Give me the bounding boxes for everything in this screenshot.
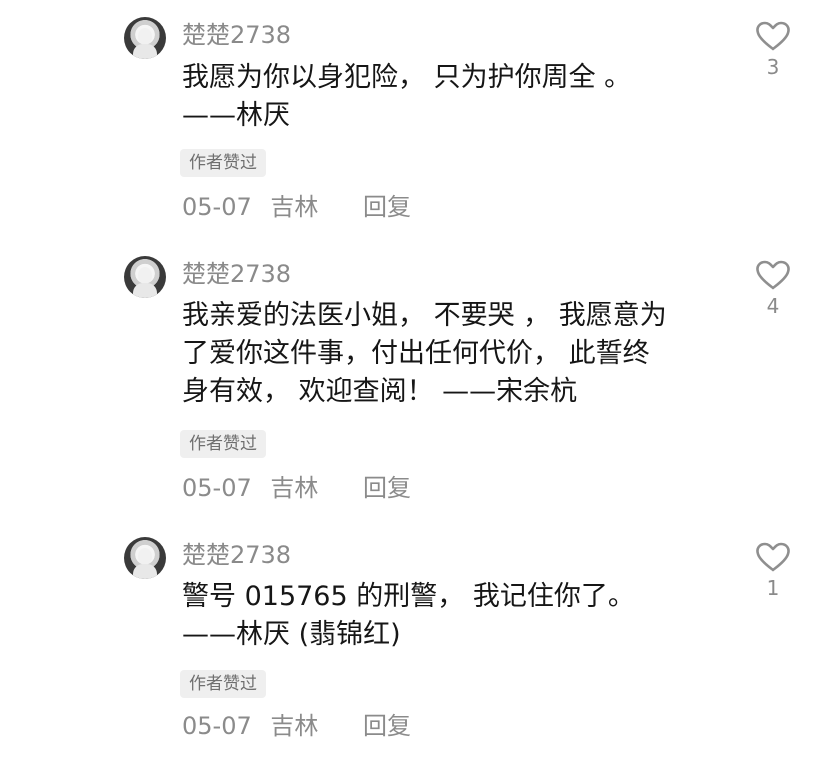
comment-meta: 05-07 吉林 回复 xyxy=(182,473,411,503)
comment-text-line: 身有效， 欢迎查阅！ ——宋余杭 xyxy=(182,376,578,407)
comment-text-line: 警号 015765 的刑警， 我记住你了。 xyxy=(182,581,635,612)
like-count: 1 xyxy=(766,576,780,600)
comment-date: 05-07 xyxy=(182,712,252,740)
author-liked-badge: 作者赞过 xyxy=(180,430,266,458)
comment-meta: 05-07 吉林 回复 xyxy=(182,192,411,222)
heart-outline-icon xyxy=(756,21,790,51)
like-button[interactable]: 1 xyxy=(751,541,795,599)
comment-location: 吉林 xyxy=(270,193,319,221)
avatar[interactable] xyxy=(124,256,166,298)
heart-outline-icon xyxy=(756,542,790,572)
comment-text-line: 我愿为你以身犯险， 只为护你周全 。 xyxy=(182,62,632,93)
avatar-face xyxy=(138,548,152,565)
like-button[interactable]: 4 xyxy=(751,259,795,317)
comment-text-line: 了爱你这件事，付出任何代价， 此誓终 xyxy=(182,338,650,369)
comment-username[interactable]: 楚楚2738 xyxy=(182,259,291,289)
avatar-face xyxy=(138,28,152,45)
avatar-body xyxy=(133,564,157,579)
comment-text: 我愿为你以身犯险， 只为护你周全 。 ——林厌 xyxy=(182,59,722,135)
author-liked-badge: 作者赞过 xyxy=(180,149,266,177)
comment-text: 我亲爱的法医小姐， 不要哭 ， 我愿意为 了爱你这件事，付出任何代价， 此誓终 … xyxy=(182,297,722,411)
comment-text-line: ——林厌 (翡锦红) xyxy=(182,619,401,650)
reply-button[interactable]: 回复 xyxy=(363,192,411,222)
reply-button[interactable]: 回复 xyxy=(363,473,411,503)
author-liked-badge: 作者赞过 xyxy=(180,670,266,698)
comment-text: 警号 015765 的刑警， 我记住你了。 ——林厌 (翡锦红) xyxy=(182,578,722,654)
like-count: 4 xyxy=(766,294,780,318)
like-button[interactable]: 3 xyxy=(751,20,795,78)
comment-location: 吉林 xyxy=(270,712,319,740)
heart-outline-icon xyxy=(756,260,790,290)
comment-meta: 05-07 吉林 回复 xyxy=(182,711,411,741)
comment-date: 05-07 xyxy=(182,193,252,221)
comment-username[interactable]: 楚楚2738 xyxy=(182,540,291,570)
comment-location: 吉林 xyxy=(270,474,319,502)
avatar-body xyxy=(133,44,157,59)
reply-button[interactable]: 回复 xyxy=(363,711,411,741)
comment-text-line: 我亲爱的法医小姐， 不要哭 ， 我愿意为 xyxy=(182,300,667,331)
avatar-face xyxy=(138,267,152,284)
avatar[interactable] xyxy=(124,17,166,59)
avatar[interactable] xyxy=(124,537,166,579)
comment-username[interactable]: 楚楚2738 xyxy=(182,20,291,50)
avatar-body xyxy=(133,283,157,298)
comment-date: 05-07 xyxy=(182,474,252,502)
comment-text-line: ——林厌 xyxy=(182,100,290,131)
like-count: 3 xyxy=(766,55,780,79)
